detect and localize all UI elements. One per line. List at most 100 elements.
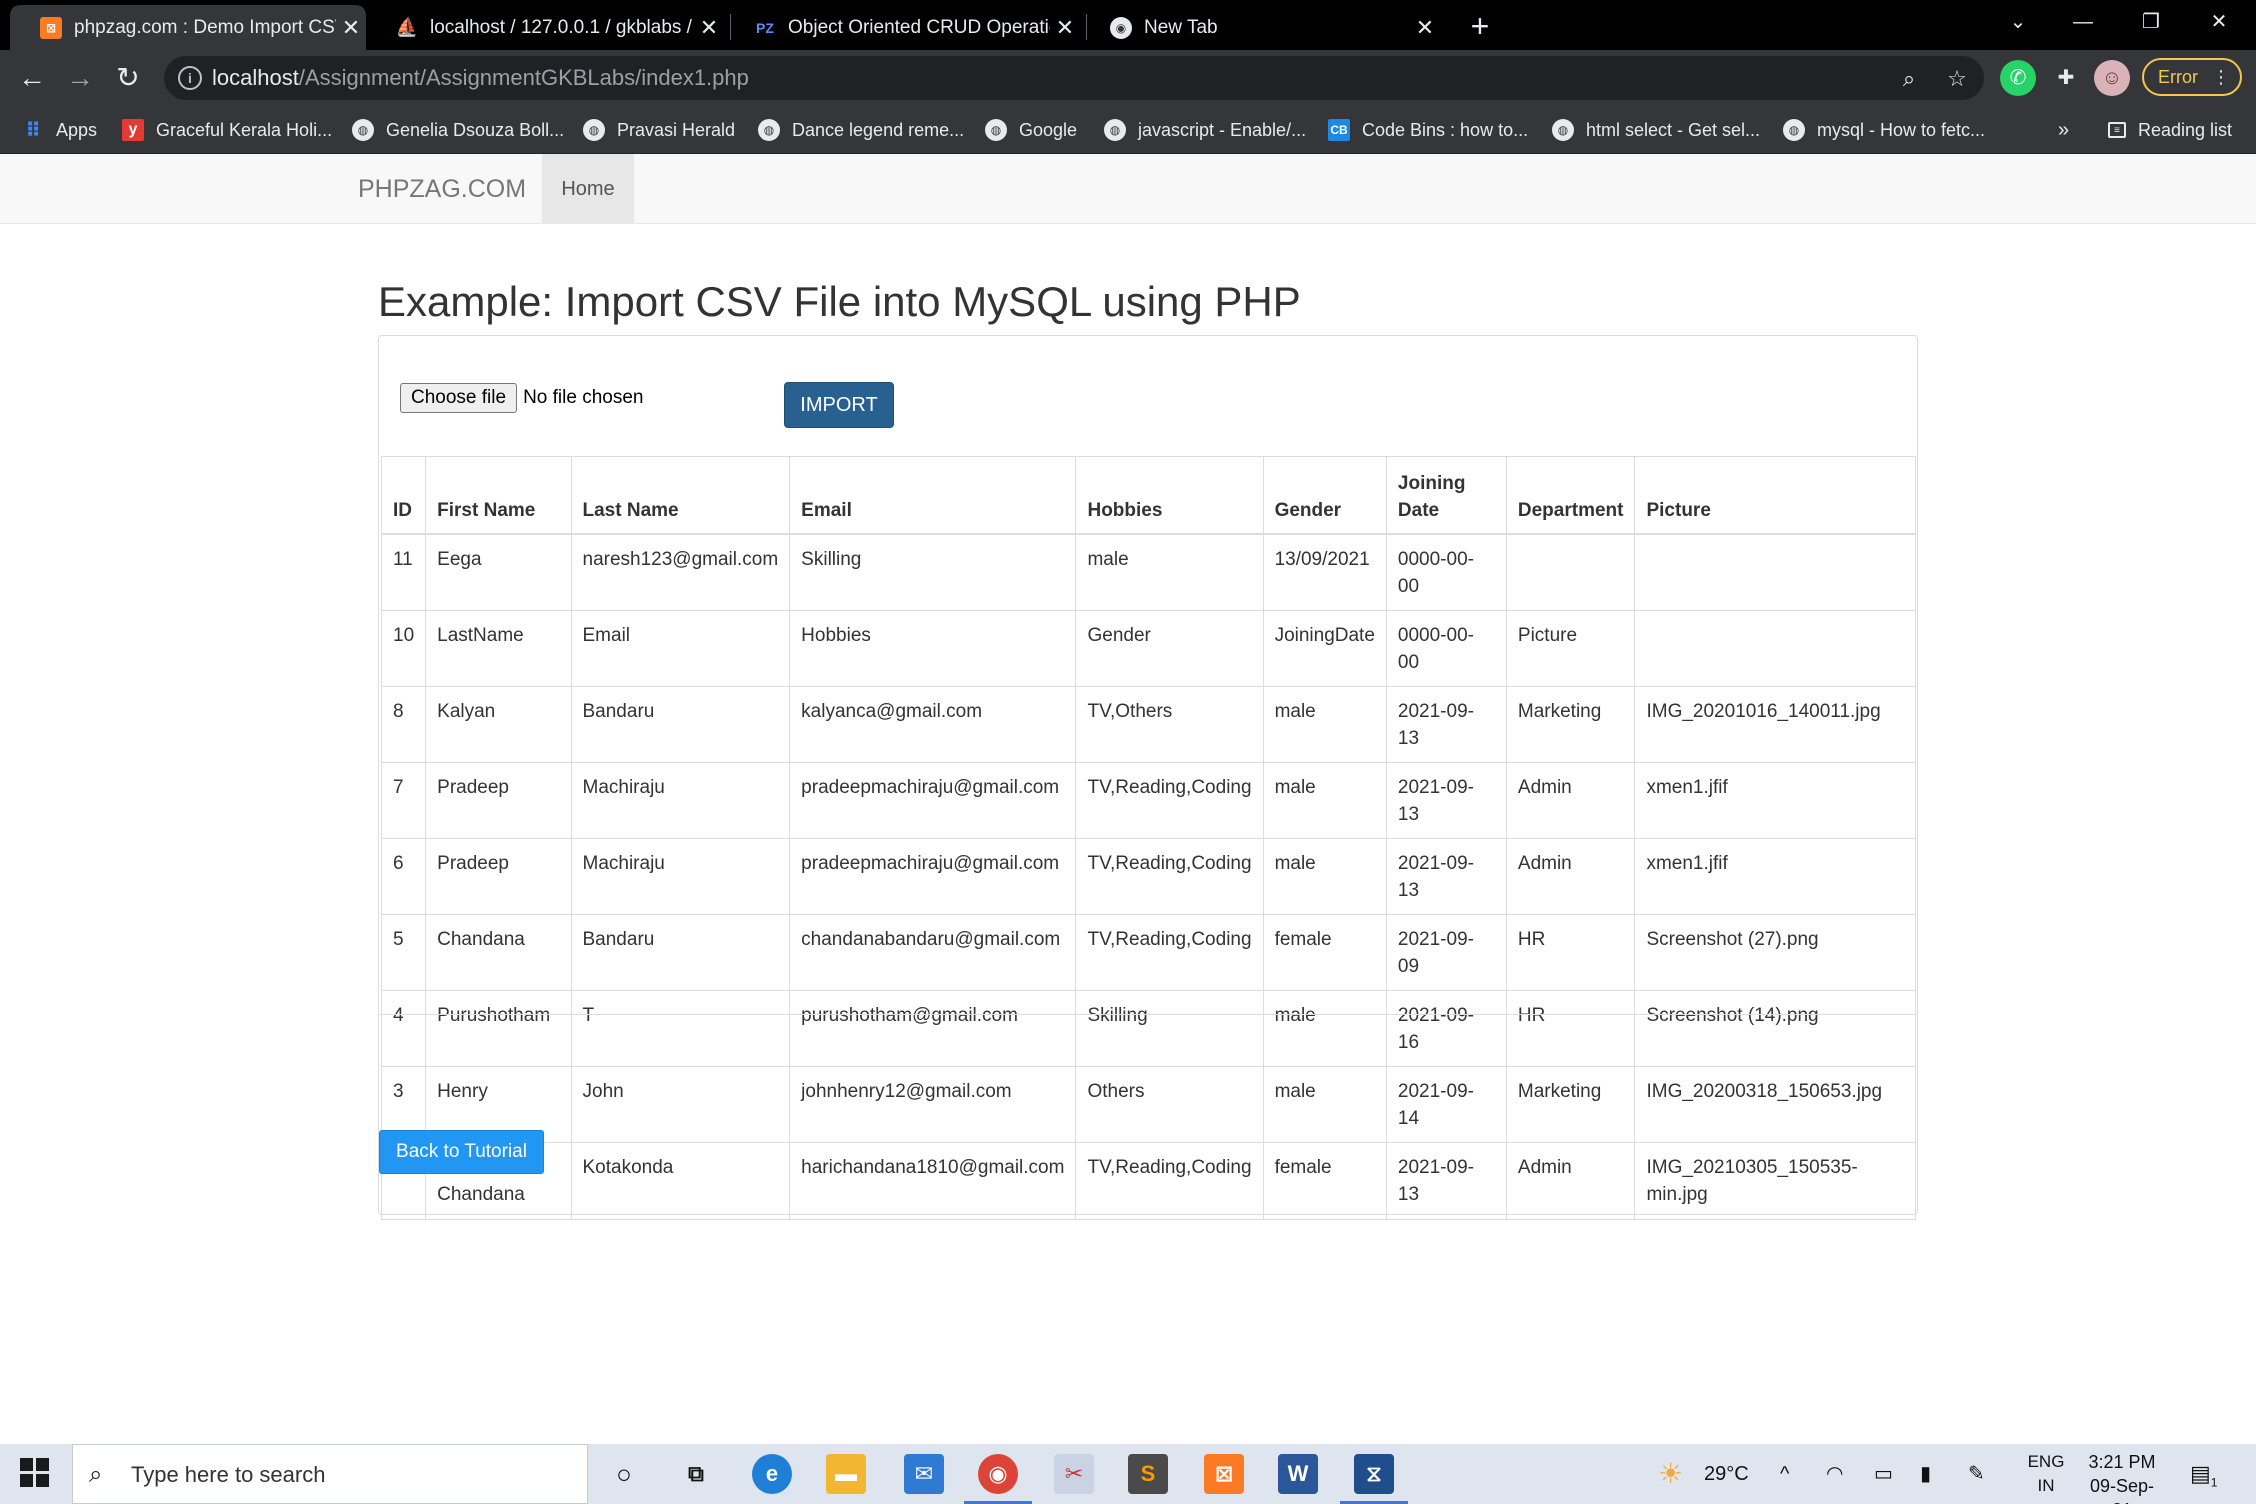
reload-icon[interactable]: ↻ — [110, 60, 146, 96]
table-cell: male — [1262, 989, 1387, 1067]
close-window-icon[interactable]: ✕ — [2186, 0, 2252, 44]
column-header: Email — [789, 456, 1077, 535]
close-tab-icon[interactable]: ✕ — [1050, 15, 1080, 41]
bookmark-code-bins[interactable]: CB Code Bins : how to... — [1328, 106, 1528, 154]
bookmark-javascript[interactable]: ◍ javascript - Enable/... — [1104, 106, 1306, 154]
cortana-icon[interactable]: ○ — [604, 1454, 644, 1494]
whatsapp-extension-icon[interactable]: ✆ — [2000, 60, 2036, 96]
file-input[interactable]: Choose file No file chosen — [400, 383, 643, 413]
column-header: Gender — [1262, 456, 1387, 535]
table-cell: Kotakonda — [570, 1141, 791, 1220]
new-tab-plus-icon[interactable]: + — [1462, 8, 1498, 44]
column-header: Hobbies — [1075, 456, 1264, 535]
address-bar[interactable]: i localhost/Assignment/AssignmentGKBLabs… — [164, 56, 1984, 100]
language-indicator[interactable]: ENG IN — [2026, 1450, 2066, 1498]
table-cell: harichandana1810@gmail.com — [789, 1141, 1077, 1220]
reading-list-button[interactable]: ≡ Reading list — [2108, 106, 2232, 154]
bookmark-star-icon[interactable]: ☆ — [1942, 64, 1972, 94]
taskbar-search-input[interactable]: ⌕ Type here to search — [72, 1444, 588, 1504]
column-header: First Name — [425, 456, 572, 535]
column-header: Joining Date — [1385, 456, 1507, 535]
bookmark-genelia[interactable]: ◍ Genelia Dsouza Boll... — [352, 106, 564, 154]
windows-start-icon[interactable] — [20, 1458, 50, 1488]
table-cell: LastName — [425, 609, 572, 687]
table-cell: Marketing — [1505, 1065, 1636, 1143]
pen-icon[interactable]: ✎ — [1968, 1444, 1985, 1504]
meet-now-icon[interactable]: ▭ — [1874, 1444, 1893, 1504]
edge-icon[interactable]: e — [752, 1454, 792, 1494]
tab-title: New Tab — [1144, 16, 1218, 38]
back-to-tutorial-button[interactable]: Back to Tutorial — [379, 1130, 544, 1174]
url-text[interactable]: localhost/Assignment/AssignmentGKBLabs/i… — [212, 56, 749, 100]
chrome-icon[interactable]: ◉ — [978, 1454, 1018, 1494]
notifications-icon[interactable]: ▤1 — [2190, 1444, 2217, 1504]
word-icon[interactable]: W — [1278, 1454, 1318, 1494]
bookmark-graceful-kerala[interactable]: y Graceful Kerala Holi... — [122, 106, 332, 154]
tab-search-icon[interactable]: ⌄ — [1985, 0, 2051, 44]
error-button[interactable]: Error ⋮ — [2142, 58, 2242, 96]
close-tab-icon[interactable]: ✕ — [1410, 15, 1440, 41]
tab-crud[interactable]: PZ Object Oriented CRUD Operation ✕ — [724, 5, 1080, 50]
table-cell: 2021-09-13 — [1385, 837, 1507, 915]
tab-phpmyadmin[interactable]: ⛵ localhost / 127.0.0.1 / gkblabs / c ✕ — [366, 5, 724, 50]
apps-grid-icon: ⠿ — [25, 119, 41, 142]
more-menu-icon[interactable]: ⋮ — [2212, 60, 2230, 94]
close-tab-icon[interactable]: ✕ — [336, 15, 366, 41]
back-arrow-icon[interactable]: ← — [14, 60, 50, 96]
nav-home-link[interactable]: Home — [542, 154, 634, 224]
table-row: 7 Pradeep Machiraju pradeepmachiraju@gmail.… — [380, 761, 1916, 839]
site-brand[interactable]: PHPZAG.COM — [358, 154, 526, 224]
show-hidden-icons-icon[interactable]: ^ — [1780, 1444, 1789, 1504]
file-explorer-icon[interactable]: ▬ — [826, 1454, 866, 1494]
bookmark-pravasi-herald[interactable]: ◍ Pravasi Herald — [583, 106, 735, 154]
bookmark-apps[interactable]: ⠿ Apps — [22, 106, 97, 154]
mail-icon[interactable]: ✉ — [904, 1454, 944, 1494]
zoom-icon[interactable]: ⌕ — [1894, 64, 1924, 94]
xampp-icon[interactable]: ⊠ — [1204, 1454, 1244, 1494]
weather-temperature[interactable]: 29°C — [1704, 1444, 1749, 1504]
close-tab-icon[interactable]: ✕ — [694, 15, 724, 41]
cb-favicon-icon: CB — [1328, 119, 1350, 141]
no-file-chosen-label: No file chosen — [523, 387, 644, 408]
bookmark-html-select[interactable]: ◍ html select - Get sel... — [1552, 106, 1760, 154]
table-cell: 2021-09-09 — [1385, 913, 1507, 991]
tab-new-tab[interactable]: ◉ New Tab ✕ — [1080, 5, 1440, 50]
bookmark-dance-legend[interactable]: ◍ Dance legend reme... — [758, 106, 964, 154]
table-cell: 0000-00-00 — [1385, 533, 1507, 611]
globe-icon: ◍ — [1552, 119, 1574, 141]
battery-icon[interactable]: ▮ — [1920, 1444, 1931, 1504]
y-favicon-icon: y — [122, 119, 144, 141]
site-info-icon[interactable]: i — [178, 66, 202, 90]
table-cell: Bandaru — [570, 913, 791, 991]
bookmark-mysql[interactable]: ◍ mysql - How to fetc... — [1783, 106, 1985, 154]
tab-strip: ⊠ phpzag.com : Demo Import CSV F ✕ ⛵ loc… — [0, 0, 2256, 50]
profile-avatar[interactable]: ☺ — [2094, 60, 2130, 96]
weather-icon[interactable]: ☀ — [1658, 1444, 1683, 1504]
table-row: 6 Pradeep Machiraju pradeepmachiraju@gmail.… — [380, 837, 1916, 915]
tab-phpzag[interactable]: ⊠ phpzag.com : Demo Import CSV F ✕ — [10, 5, 366, 50]
extensions-puzzle-icon[interactable]: ✚ — [2048, 60, 2084, 96]
table-cell: IMG_20201016_140011.jpg — [1634, 685, 1916, 763]
restore-icon[interactable]: ❐ — [2118, 0, 2184, 44]
search-placeholder: Type here to search — [131, 1462, 326, 1487]
forward-arrow-icon[interactable]: → — [62, 60, 98, 96]
choose-file-button[interactable]: Choose file — [400, 383, 518, 413]
table-cell: Bandaru — [570, 685, 791, 763]
sublime-text-icon[interactable]: S — [1128, 1454, 1168, 1494]
wifi-icon[interactable]: ◠ — [1826, 1444, 1843, 1504]
table-cell: 2021-09-13 — [1385, 761, 1507, 839]
vscode-icon[interactable]: ⧖ — [1354, 1454, 1394, 1494]
table-header-row: ID First Name Last Name Email Hobbies Ge… — [380, 456, 1916, 535]
task-view-icon[interactable]: ⧉ — [676, 1454, 716, 1494]
globe-icon: ◍ — [1783, 119, 1805, 141]
table-cell: TV,Reading,Coding — [1075, 761, 1264, 839]
table-row: 2Hari ChandanaKotakondaharichandana1810@… — [380, 1141, 1916, 1220]
snipping-tool-icon[interactable]: ✂ — [1054, 1454, 1094, 1494]
bookmark-google[interactable]: ◍ Google — [985, 106, 1077, 154]
table-cell: John — [570, 1065, 791, 1143]
bookmarks-overflow-button[interactable]: » — [2058, 106, 2069, 154]
minimize-icon[interactable]: — — [2050, 0, 2116, 44]
system-clock[interactable]: 3:21 PM 09-Sep-21 — [2080, 1450, 2164, 1504]
table-cell: Admin — [1505, 1141, 1636, 1220]
import-button[interactable]: IMPORT — [784, 382, 894, 428]
